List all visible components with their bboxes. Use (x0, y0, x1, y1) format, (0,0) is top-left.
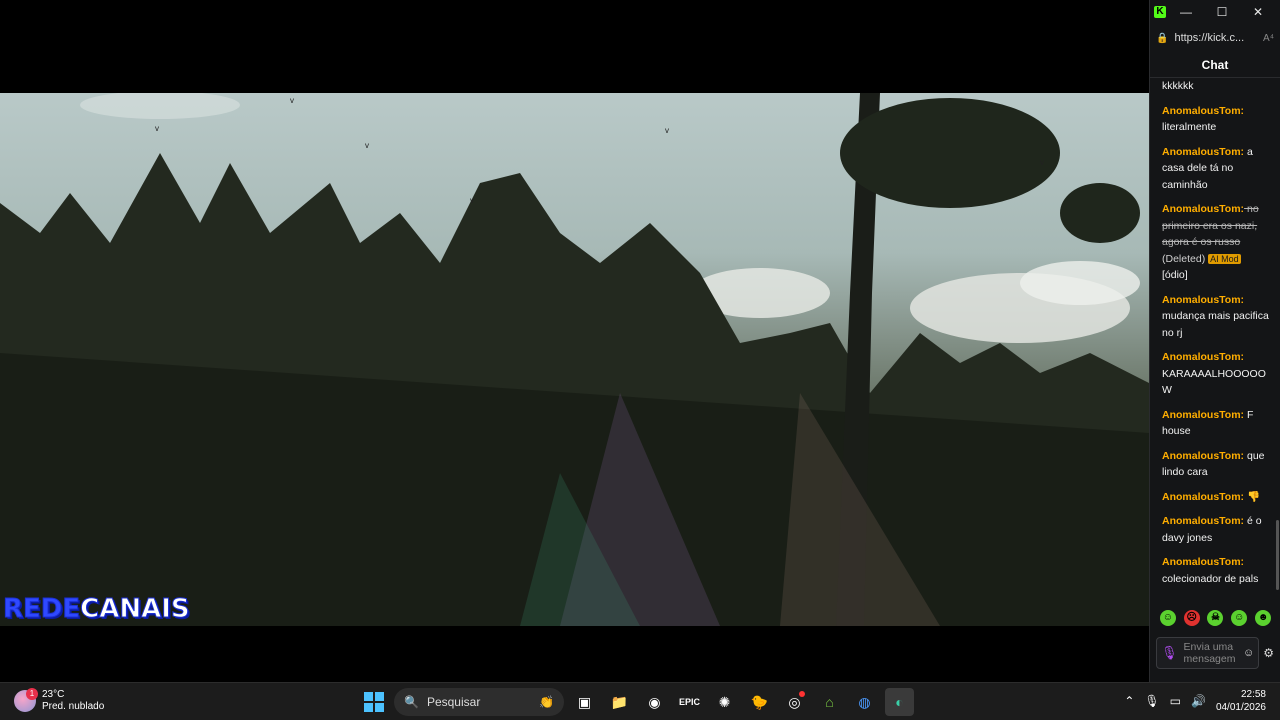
channel-watermark: REDECANAIS (2, 594, 190, 625)
weather-cloud-icon: 1 (14, 688, 38, 712)
chat-username[interactable]: AnomalousTom: (1162, 351, 1244, 363)
chat-username[interactable]: AnomalousTom: (1162, 409, 1244, 421)
android-app-icon[interactable]: ⌂ (815, 688, 844, 716)
emoji-picker-icon[interactable]: ☺ (1243, 647, 1254, 659)
chat-input[interactable]: 🎙 Envia uma mensagem ☺ (1156, 637, 1260, 669)
maximize-button[interactable]: ☐ (1204, 5, 1240, 19)
emote-bar: ☺ ☹ ☠ ☺ ☻ (1150, 610, 1280, 626)
kick-logo-icon: K (1154, 6, 1166, 18)
window-titlebar: K — ☐ ✕ (1150, 0, 1280, 24)
chat-message: kkkkkk (1162, 78, 1269, 95)
show-hidden-icons-chevron-icon[interactable]: ⌃ (1124, 694, 1134, 708)
minimize-button[interactable]: — (1168, 5, 1204, 19)
search-highlight-icon: 👏 (539, 695, 554, 709)
chat-message: AnomalousTom: a casa dele tá no caminhão (1162, 144, 1269, 194)
weather-description: Pred. nublado (42, 701, 105, 712)
chat-username[interactable]: AnomalousTom: (1162, 203, 1244, 215)
chat-window: K — ☐ ✕ 🔒 https://kick.c... A⁴ Chat kkkk… (1149, 0, 1280, 682)
start-button[interactable] (360, 688, 388, 716)
chat-message-text: literalmente (1162, 121, 1217, 133)
chat-message-text: KARAAAALHOOOOOW (1162, 367, 1266, 397)
volume-icon[interactable]: 🔊 (1191, 694, 1206, 708)
chat-message: AnomalousTom: F house (1162, 407, 1269, 440)
chat-message: AnomalousTom: mudança mais pacifica no r… (1162, 292, 1269, 342)
weather-widget[interactable]: 1 23°C Pred. nublado (14, 688, 105, 713)
chat-username[interactable]: AnomalousTom: (1162, 450, 1244, 462)
chat-message: AnomalousTom: 👎 (1162, 489, 1269, 506)
chat-header: Chat (1150, 52, 1280, 78)
mod-reason: [ódio] (1162, 269, 1188, 281)
lock-icon: 🔒 (1156, 32, 1169, 44)
video-player[interactable]: v v v v v v REDECANAIS (0, 0, 1149, 682)
chat-username[interactable]: AnomalousTom: (1162, 515, 1244, 527)
emote-icon[interactable]: ☺ (1231, 610, 1248, 626)
settings-app-icon[interactable]: ✺ (710, 688, 739, 716)
svg-text:v: v (665, 126, 669, 135)
weather-alert-badge: 1 (26, 688, 38, 700)
svg-text:v: v (1040, 158, 1044, 167)
url-text: https://kick.c... (1174, 32, 1245, 44)
steam-icon[interactable]: ◉ (640, 688, 669, 716)
reader-mode-button[interactable]: A⁴ (1263, 33, 1274, 44)
chat-message-text: colecionador de pals (1162, 572, 1259, 585)
clock[interactable]: 22:58 04/01/2026 (1216, 688, 1266, 714)
emote-icon[interactable]: ☺ (1159, 610, 1176, 626)
chat-input-placeholder: Envia uma mensagem (1183, 641, 1236, 665)
close-button[interactable]: ✕ (1240, 5, 1276, 19)
emote-icon[interactable]: ☹ (1183, 610, 1200, 626)
chat-input-area: 🎙 Envia uma mensagem ☺ ⚙ (1156, 636, 1274, 670)
search-label: Pesquisar (426, 695, 481, 709)
file-explorer-icon[interactable]: 📁 (605, 688, 634, 716)
watermark-part2: CANAIS (80, 594, 190, 625)
chat-message: AnomalousTom: é o davy jones (1162, 513, 1269, 546)
microphone-icon[interactable]: 🎙 (1161, 645, 1178, 661)
deleted-label: (Deleted) (1162, 252, 1209, 265)
system-tray: ⌃ 🎙 ▭ 🔊 22:58 04/01/2026 (1124, 688, 1266, 714)
edge-browser-icon[interactable]: ◐ (885, 688, 914, 716)
weather-temperature: 23°C (42, 689, 65, 700)
chat-message-text: kkkkkk (1162, 80, 1194, 92)
chat-username[interactable]: AnomalousTom: (1162, 556, 1244, 568)
svg-text:v: v (365, 141, 369, 150)
microphone-tray-icon[interactable]: 🎙 (1144, 694, 1159, 708)
epic-games-icon[interactable]: EPIC (675, 688, 704, 716)
taskbar-search[interactable]: 🔍 Pesquisar 👏 (394, 688, 564, 716)
chat-message: AnomalousTom: colecionador de pals (1162, 554, 1269, 587)
chat-message: AnomalousTom: KARAAAALHOOOOOW (1162, 349, 1269, 399)
svg-text:v: v (155, 124, 159, 133)
chat-username[interactable]: AnomalousTom: (1162, 294, 1244, 306)
task-view-icon[interactable]: ▣ (570, 688, 599, 716)
chat-settings-gear-icon[interactable]: ⚙ (1263, 646, 1274, 660)
chat-message-text: 👎 (1244, 490, 1261, 503)
watermark-part1: REDE (2, 594, 81, 625)
chat-message: AnomalousTom: que lindo cara (1162, 448, 1269, 481)
chat-message-text: mudança mais pacifica no rj (1162, 310, 1269, 339)
browser-app-icon[interactable]: ◍ (850, 688, 879, 716)
chat-username[interactable]: AnomalousTom: (1162, 146, 1244, 158)
ai-mod-badge: AI Mod (1208, 253, 1241, 264)
chat-username[interactable]: AnomalousTom: (1162, 105, 1244, 117)
duck-app-icon[interactable]: 🐤 (745, 688, 774, 716)
clock-time: 22:58 (1240, 689, 1266, 700)
chat-scrollbar[interactable] (1276, 520, 1279, 590)
video-frame-forest-scene: v v v v v v (0, 93, 1149, 626)
svg-text:v: v (470, 196, 474, 205)
network-icon[interactable]: ▭ (1170, 694, 1181, 708)
record-app-icon[interactable]: ◎ (780, 688, 809, 716)
chat-message-list[interactable]: kkkkkk AnomalousTom: literalmente Anomalou… (1150, 78, 1280, 600)
chat-message: AnomalousTom: no primeiro era os nazi, a… (1162, 201, 1269, 284)
address-bar[interactable]: 🔒 https://kick.c... A⁴ (1150, 24, 1280, 52)
svg-text:v: v (290, 96, 294, 105)
chat-message: AnomalousTom: literalmente (1162, 103, 1269, 136)
taskbar: 1 23°C Pred. nublado 🔍 Pesquisar 👏 ▣ 📁 ◉… (0, 682, 1280, 720)
emote-icon[interactable]: ☠ (1207, 610, 1224, 626)
search-icon: 🔍 (404, 695, 419, 709)
clock-date: 04/01/2026 (1215, 702, 1266, 713)
chat-username[interactable]: AnomalousTom: (1162, 491, 1244, 503)
emote-icon[interactable]: ☻ (1255, 610, 1272, 626)
taskbar-center: 🔍 Pesquisar 👏 ▣ 📁 ◉ EPIC ✺ 🐤 ◎ ⌂ ◍ ◐ (360, 688, 914, 716)
